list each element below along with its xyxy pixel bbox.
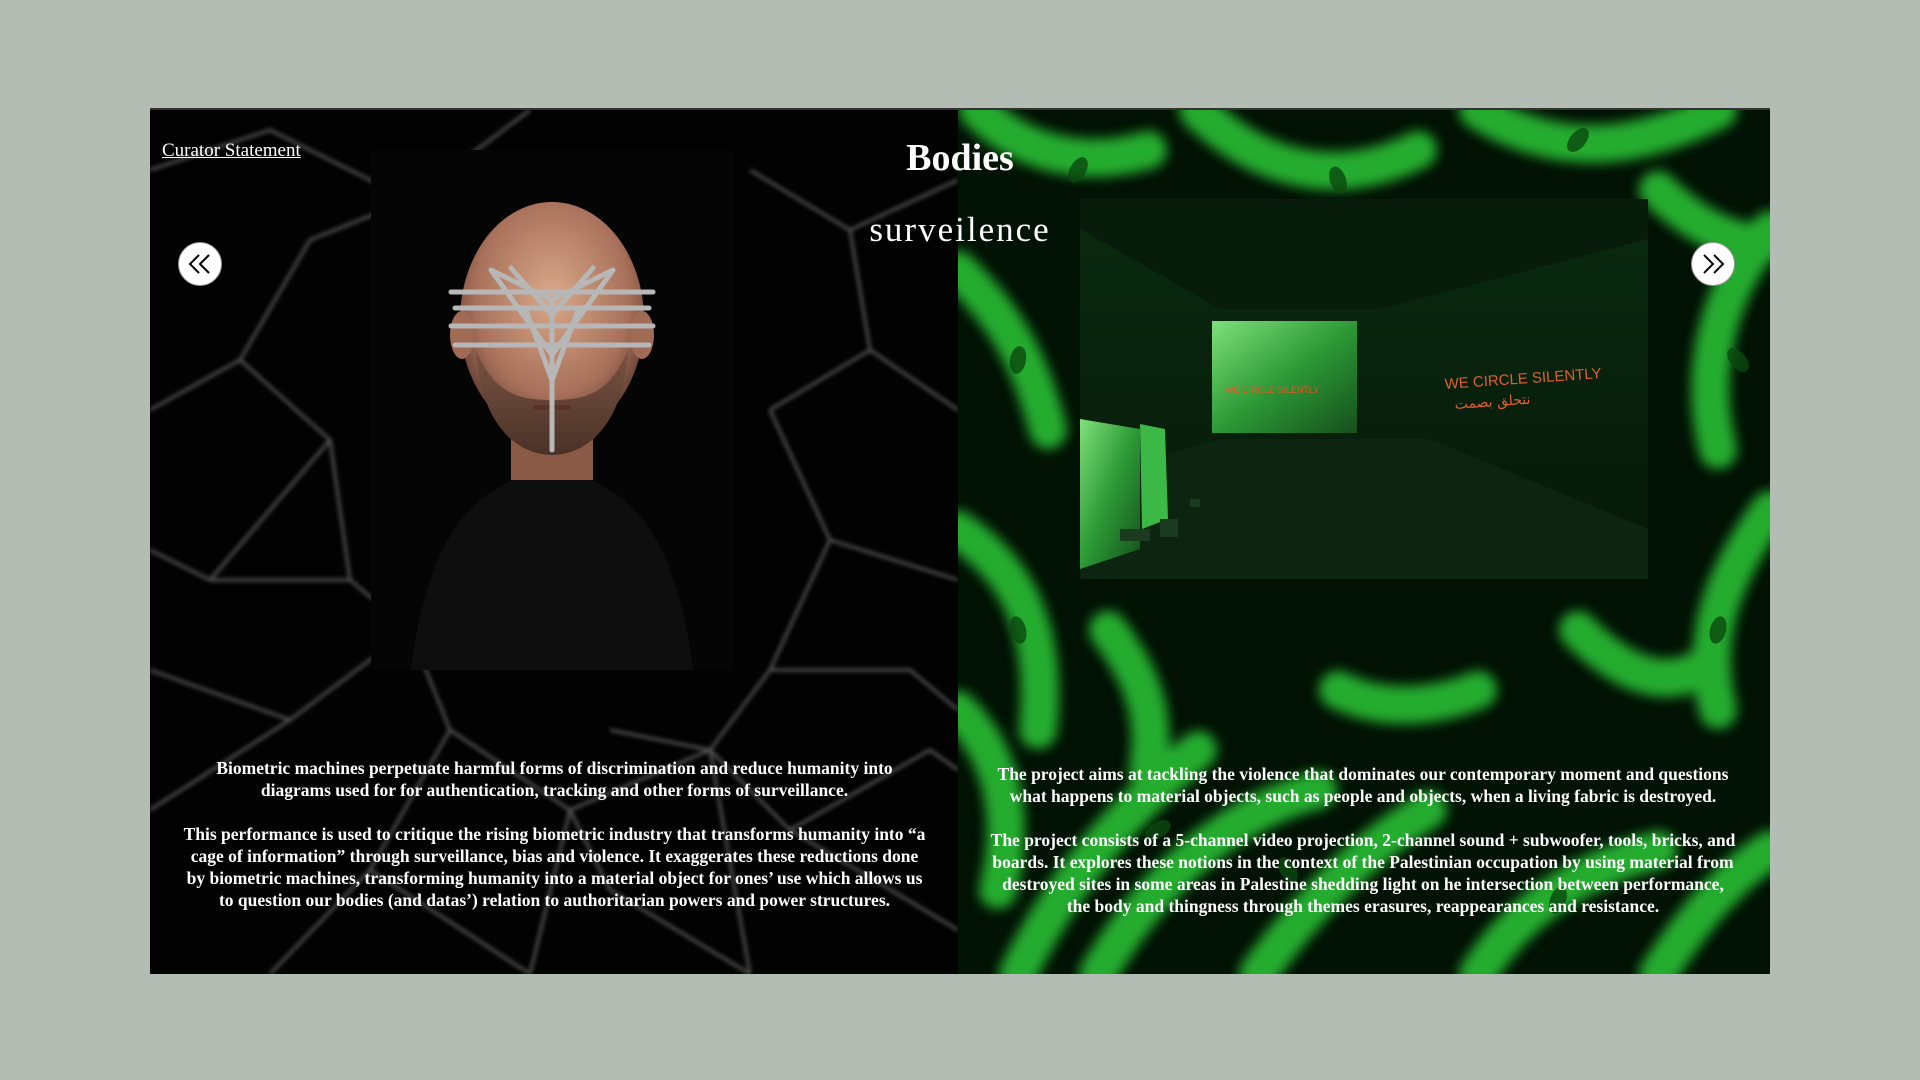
- previous-button[interactable]: [178, 242, 222, 286]
- right-description: The project aims at tackling the violenc…: [990, 763, 1736, 939]
- right-paragraph-1: The project aims at tackling the violenc…: [997, 764, 1729, 806]
- page-title: Bodies: [906, 137, 1014, 179]
- installation-photo: WE CIRCLE SILENTLY WE CIRCLE SILENTLY نت…: [1080, 199, 1648, 579]
- page-subtitle: surveilence: [869, 210, 1051, 249]
- next-button[interactable]: [1691, 242, 1735, 286]
- left-paragraph-1: Biometric machines perpetuate harmful fo…: [216, 758, 893, 800]
- back-screen-text: WE CIRCLE SILENTLY: [1225, 385, 1319, 395]
- right-paragraph-2: The project consists of a 5-channel vide…: [990, 830, 1736, 916]
- double-chevron-left-icon: [188, 254, 210, 274]
- exhibition-frame: Biometric machines perpetuate harmful fo…: [150, 108, 1770, 974]
- left-description: Biometric machines perpetuate harmful fo…: [182, 757, 927, 933]
- double-chevron-right-icon: [1703, 254, 1725, 274]
- left-paragraph-2: This performance is used to critique the…: [183, 824, 926, 910]
